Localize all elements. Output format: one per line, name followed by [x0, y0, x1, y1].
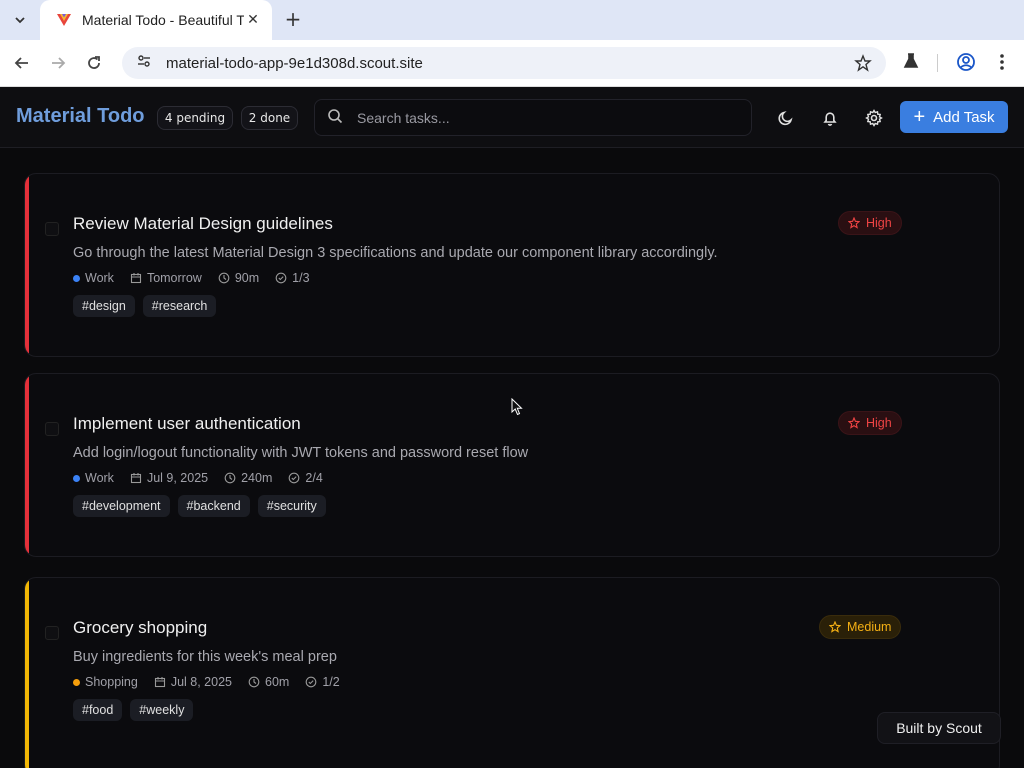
tag[interactable]: #development: [73, 495, 170, 517]
tag[interactable]: #security: [257, 495, 326, 517]
pending-count-badge: 4 pending: [157, 106, 233, 130]
bookmark-star-icon[interactable]: [854, 54, 872, 76]
app-header: Material Todo 4 pending 2 done + Add Tas…: [0, 87, 1024, 148]
task-due: Tomorrow: [146, 271, 202, 285]
search-icon: [327, 108, 343, 128]
task-checkbox[interactable]: [45, 422, 59, 436]
star-icon: [848, 217, 860, 229]
task-due: Jul 9, 2025: [146, 471, 209, 485]
star-icon: [829, 621, 841, 633]
site-info-icon[interactable]: [136, 53, 152, 73]
tag[interactable]: #backend: [177, 495, 250, 517]
priority-bar: [25, 374, 29, 556]
task-title: Review Material Design guidelines: [73, 214, 333, 233]
browser-tabstrip: Material Todo - Beautiful T ✕ +: [0, 0, 1024, 40]
clock-icon: [218, 272, 230, 284]
reload-icon[interactable]: [83, 52, 105, 74]
search-input[interactable]: [357, 109, 717, 126]
subtask-check-icon: [275, 272, 287, 284]
task-meta: Work Tomorrow 90m 1/3: [73, 271, 310, 285]
add-task-button[interactable]: + Add Task: [900, 101, 1008, 133]
app-brand-title: Material Todo: [16, 105, 145, 127]
priority-badge: High: [838, 411, 902, 435]
task-title: Grocery shopping: [73, 618, 208, 637]
dark-mode-moon-icon[interactable]: [775, 107, 797, 129]
clock-icon: [248, 676, 260, 688]
task-tags: #design #research: [73, 295, 217, 317]
task-category: Work: [85, 271, 114, 285]
task-meta: Shopping Jul 8, 2025 60m 1/2: [73, 675, 340, 689]
calendar-icon: [130, 273, 141, 284]
url-text: material-todo-app-9e1d308d.scout.site: [166, 54, 423, 72]
task-duration: 90m: [234, 271, 260, 285]
category-dot-icon: [73, 678, 80, 686]
task-tags: #development #backend #security: [73, 495, 326, 517]
tag[interactable]: #research: [142, 295, 217, 317]
mouse-cursor-icon: [511, 398, 523, 416]
settings-gear-icon[interactable]: [863, 107, 885, 129]
add-task-label: Add Task: [933, 108, 995, 126]
task-subtasks: 2/4: [305, 471, 323, 485]
tag[interactable]: #weekly: [130, 699, 194, 721]
priority-bar: [25, 174, 29, 356]
task-duration: 60m: [265, 675, 290, 689]
new-tab-icon[interactable]: +: [282, 7, 304, 31]
profile-icon[interactable]: [956, 52, 976, 76]
task-tags: #food #weekly: [73, 699, 194, 721]
tab-title: Material Todo - Beautiful T: [82, 12, 244, 28]
priority-label: High: [866, 216, 892, 230]
tab-close-icon[interactable]: ✕: [244, 11, 262, 29]
task-due: Jul 8, 2025: [170, 675, 232, 689]
priority-label: Medium: [847, 620, 892, 634]
forward-icon[interactable]: [47, 52, 69, 74]
address-bar[interactable]: material-todo-app-9e1d308d.scout.site: [122, 47, 886, 79]
browser-menu-icon[interactable]: [992, 52, 1012, 76]
plus-icon: +: [913, 106, 926, 128]
scout-badge-label: Built by Scout: [896, 720, 982, 736]
clock-icon: [224, 472, 236, 484]
tag[interactable]: #design: [73, 295, 135, 317]
category-dot-icon: [73, 274, 80, 282]
task-subtasks: 1/3: [292, 271, 310, 285]
priority-bar: [25, 578, 29, 768]
task-description: Add login/logout functionality with JWT …: [73, 445, 529, 461]
subtask-check-icon: [305, 676, 317, 688]
task-title: Implement user authentication: [73, 414, 301, 433]
browser-tab-active[interactable]: Material Todo - Beautiful T ✕: [40, 0, 272, 40]
favicon-icon: [57, 14, 71, 26]
toolbar-divider: [937, 54, 938, 72]
subtask-check-icon: [289, 472, 300, 484]
priority-badge: Medium: [819, 615, 902, 639]
labs-flask-icon[interactable]: [902, 52, 920, 74]
tab-search-chevron-icon[interactable]: [8, 8, 32, 32]
done-count-badge: 2 done: [241, 106, 298, 130]
task-card[interactable]: Review Material Design guidelines Go thr…: [24, 173, 1000, 357]
task-checkbox[interactable]: [45, 222, 59, 236]
back-icon[interactable]: [11, 52, 33, 74]
tag[interactable]: #food: [73, 699, 123, 721]
priority-badge: High: [838, 211, 902, 235]
task-meta: Work Jul 9, 2025 240m 2/4: [73, 471, 323, 485]
task-card[interactable]: Grocery shopping Buy ingredients for thi…: [24, 577, 1000, 768]
search-box: [314, 99, 752, 136]
task-duration: 240m: [241, 471, 273, 485]
task-subtasks: 1/2: [322, 675, 340, 689]
task-category: Work: [85, 471, 114, 485]
priority-label: High: [866, 416, 892, 430]
task-description: Buy ingredients for this week's meal pre…: [73, 649, 337, 665]
task-category: Shopping: [85, 675, 138, 689]
calendar-icon: [130, 473, 141, 484]
built-by-scout-badge[interactable]: Built by Scout: [877, 712, 1001, 744]
category-dot-icon: [73, 474, 80, 482]
calendar-icon: [154, 677, 165, 688]
notifications-bell-icon[interactable]: [819, 107, 841, 129]
star-icon: [848, 417, 860, 429]
task-checkbox[interactable]: [45, 626, 59, 640]
task-description: Go through the latest Material Design 3 …: [73, 245, 718, 261]
browser-toolbar: material-todo-app-9e1d308d.scout.site: [0, 40, 1024, 87]
